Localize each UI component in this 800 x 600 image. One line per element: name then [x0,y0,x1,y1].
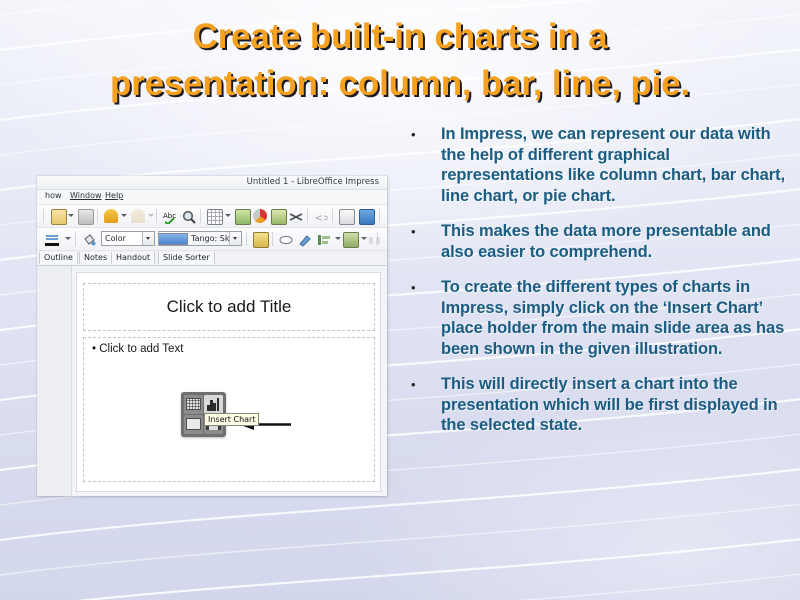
insert-chart-tooltip: Insert Chart [204,413,260,426]
menu-item-help[interactable]: Help [105,191,123,200]
tab-outline[interactable]: Outline [39,252,78,264]
bullet-marker-icon: • [411,224,416,239]
bullet-text: This makes the data more presentable and… [441,222,771,261]
toolbar-separator [43,209,44,223]
fill-style-dropdown[interactable]: Color [101,231,155,246]
show-draw-functions-icon: <> [314,209,332,224]
outline-placeholder-label: • Click to add Text [92,343,183,355]
window-title: Untitled 1 - LibreOffice Impress [246,177,379,187]
bullet-marker-icon: • [411,280,416,295]
table-icon[interactable] [207,209,223,225]
undo-dropdown-arrow-icon[interactable] [121,214,127,217]
toolbar-separator [272,232,273,246]
insert-image-icon[interactable] [184,415,203,434]
fill-style-value: Color [105,234,126,243]
impress-screenshot-illustration: Untitled 1 - LibreOffice Impress how Win… [37,176,387,496]
toolbar-separator [200,209,201,223]
chevron-down-icon[interactable] [142,232,154,245]
bullet-marker-icon: • [411,127,416,142]
fill-color-bucket-icon[interactable] [82,232,96,246]
insert-image-icon[interactable] [235,209,251,225]
page-title: Create built-in charts in a presentation… [110,17,690,103]
arrange-dropdown-arrow-icon[interactable] [361,237,367,240]
toolbar-separator [246,232,247,246]
align-dropdown-arrow-icon[interactable] [335,237,341,240]
title-placeholder[interactable]: Click to add Title [83,283,375,331]
paste-icon[interactable] [51,209,67,225]
bullet-text: This will directly insert a chart into t… [441,375,778,434]
toolbar-separator [377,232,378,246]
standard-toolbar: Abc <> [37,205,387,228]
presentation-slide: Create built-in charts in a presentation… [0,0,800,600]
rotate-icon[interactable] [298,232,312,247]
insert-chart-icon[interactable] [204,395,223,414]
paste-dropdown-arrow-icon[interactable] [68,214,74,217]
insert-special-character-icon[interactable] [289,209,303,223]
slide-panel[interactable] [37,266,72,496]
window-title-bar: Untitled 1 - LibreOffice Impress [37,176,387,190]
align-icon[interactable] [317,232,331,246]
bullet-marker-icon: • [411,377,416,392]
menu-item-slide-show[interactable]: how [45,191,62,200]
bullet-text: To create the different types of charts … [441,278,785,358]
bullet-list: • In Impress, we can represent our data … [405,124,785,451]
toolbar-separator [307,209,308,223]
redo-dropdown-arrow-icon [148,214,154,217]
menu-bar: how Window Help [37,190,387,205]
slide-editing-area[interactable]: Click to add Title • Click to add Text I… [76,272,381,492]
line-style-dropdown-arrow-icon[interactable] [65,237,71,240]
table-dropdown-arrow-icon[interactable] [225,214,231,217]
arrange-icon[interactable] [343,232,359,248]
find-replace-icon[interactable] [182,209,196,224]
distribute-icon [368,232,382,246]
picture-icon [186,418,201,430]
line-and-filling-toolbar: Color Tango: Sky [37,228,387,251]
bullet-text: In Impress, we can represent our data wi… [441,125,785,205]
outline-bullet-marker-icon: • [92,343,97,355]
impress-workspace: Click to add Title • Click to add Text I… [37,266,387,496]
master-slide-icon[interactable] [359,209,375,225]
list-item: • This makes the data more presentable a… [405,221,785,262]
toolbar-separator [332,209,333,223]
redo-icon [131,209,145,223]
insert-table-icon[interactable] [184,395,203,414]
toolbar-separator [75,232,76,246]
tab-notes[interactable]: Notes [79,252,113,264]
fill-color-value: Tango: Sky [191,234,234,243]
table-grid-icon [186,398,201,410]
ellipse-icon[interactable] [279,232,293,246]
svg-text:<>: <> [315,213,329,224]
view-tab-bar: Outline Notes Handout Slide Sorter [37,251,387,266]
outline-placeholder-text: Click to add Text [99,343,184,355]
toolbar-separator [97,209,98,223]
display-views-icon[interactable] [339,209,355,225]
outline-placeholder[interactable]: • Click to add Text Insert Chart [83,337,375,482]
title-placeholder-label: Click to add Title [166,297,292,316]
chevron-down-icon[interactable] [229,232,241,245]
list-item: • In Impress, we can represent our data … [405,124,785,206]
list-item: • This will directly insert a chart into… [405,374,785,436]
line-style-icon[interactable] [45,232,59,246]
insert-chart-icon[interactable] [253,209,267,223]
toolbar-separator [156,209,157,223]
fill-color-dropdown[interactable]: Tango: Sky [158,231,242,246]
list-item: • To create the different types of chart… [405,277,785,359]
toolbar-separator [379,209,380,223]
tab-handout[interactable]: Handout [111,252,156,264]
tab-slide-sorter[interactable]: Slide Sorter [158,252,215,264]
insert-text-box-icon[interactable] [271,209,287,225]
menu-item-window[interactable]: Window [70,191,102,200]
clone-formatting-icon[interactable] [78,209,94,225]
bar-chart-icon [207,398,221,411]
spelling-icon[interactable]: Abc [163,209,177,226]
undo-icon[interactable] [104,209,118,223]
shadow-icon[interactable] [253,232,269,248]
